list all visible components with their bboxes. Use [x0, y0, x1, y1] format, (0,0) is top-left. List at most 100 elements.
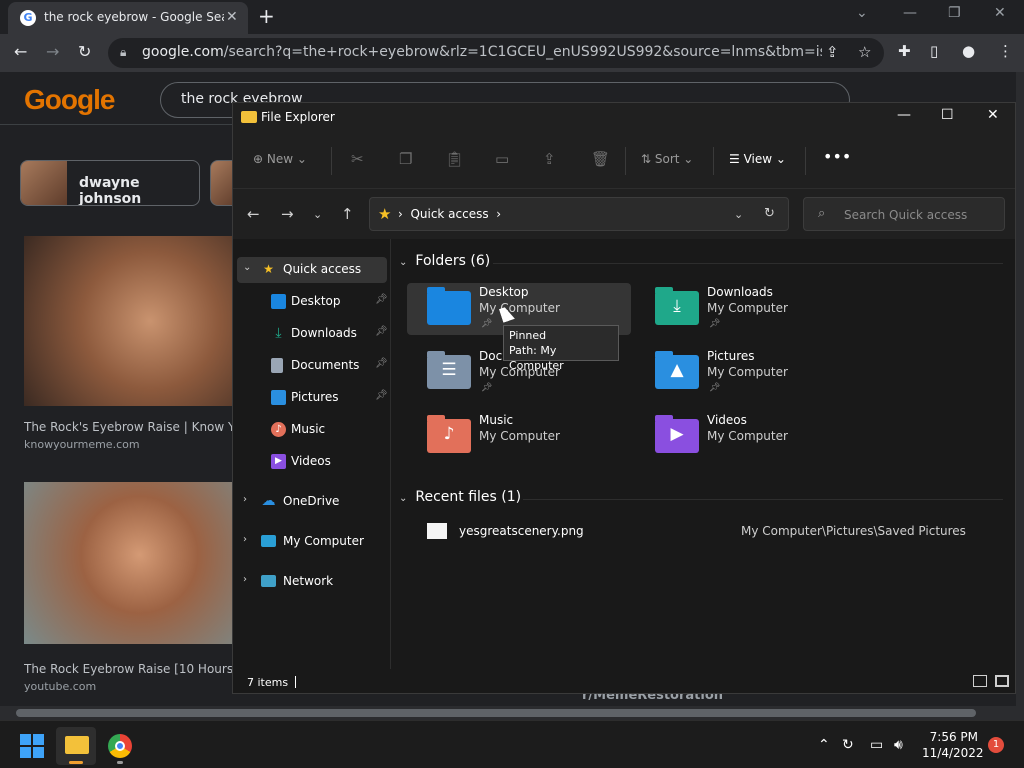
- folder-tile-pictures[interactable]: ▲ Pictures My Computer 📌︎: [635, 347, 859, 399]
- folder-tile-downloads[interactable]: ⤓ Downloads My Computer 📌︎: [635, 283, 859, 335]
- video-icon: ▶: [271, 454, 286, 469]
- tab-close-icon[interactable]: ✕: [226, 9, 238, 25]
- pin-icon[interactable]: 📌︎: [375, 358, 388, 369]
- up-icon[interactable]: ↑: [341, 205, 354, 223]
- divider: [331, 147, 332, 175]
- volume-icon[interactable]: 🔊︎: [894, 737, 903, 753]
- rename-icon[interactable]: ▭: [495, 150, 509, 168]
- back-icon[interactable]: ←: [14, 42, 27, 61]
- result-caption-1[interactable]: The Rock's Eyebrow Raise | Know Your Mem…: [24, 420, 234, 434]
- clock-time[interactable]: 7:56 PM: [928, 730, 978, 744]
- scrollbar-thumb[interactable]: [16, 709, 976, 717]
- sidebar-item-music[interactable]: ♪ Music: [233, 417, 391, 443]
- sidebar-item-my-computer[interactable]: › My Computer: [233, 529, 391, 555]
- cut-icon[interactable]: ✂: [351, 150, 364, 168]
- close-window-icon[interactable]: ✕: [994, 5, 1006, 21]
- result-image-1[interactable]: [24, 236, 234, 406]
- sidebar-item-desktop[interactable]: Desktop 📌︎: [233, 289, 391, 315]
- share-icon[interactable]: ⇪: [543, 150, 556, 168]
- explorer-title-bar[interactable]: File Explorer — ☐ ✕: [233, 103, 1015, 133]
- extensions-icon[interactable]: ✚: [898, 42, 911, 60]
- paste-icon[interactable]: 📋︎: [445, 150, 464, 168]
- sidebar-label: Downloads: [291, 326, 357, 340]
- refresh-icon[interactable]: ↻: [764, 206, 775, 221]
- recent-group-header[interactable]: ⌄ Recent files (1): [399, 489, 521, 505]
- more-options-icon[interactable]: •••: [823, 147, 851, 166]
- copy-icon[interactable]: ❐: [399, 150, 412, 168]
- divider: [295, 676, 296, 688]
- pin-icon[interactable]: 📌︎: [375, 294, 388, 305]
- network-icon[interactable]: ▭: [870, 737, 883, 753]
- new-tab-icon[interactable]: +: [258, 4, 275, 28]
- sidebar-label: Pictures: [291, 390, 339, 404]
- address-dropdown-icon[interactable]: ⌄: [734, 208, 743, 221]
- address-bar[interactable]: 🔒︎ google.com/search?q=the+rock+eyebrow&…: [108, 38, 884, 68]
- delete-icon[interactable]: 🗑︎: [591, 150, 610, 168]
- sync-icon[interactable]: ↻: [842, 737, 854, 753]
- chevron-right-icon[interactable]: ›: [243, 574, 247, 585]
- explorer-maximize-icon[interactable]: ☐: [941, 107, 954, 123]
- sidebar-item-onedrive[interactable]: › ☁ OneDrive: [233, 489, 391, 515]
- sidebar-item-network[interactable]: › Network: [233, 569, 391, 595]
- tiles-view-icon[interactable]: [995, 675, 1009, 687]
- related-chip[interactable]: dwayne johnson: [20, 160, 200, 206]
- folder-tile-music[interactable]: ♪ Music My Computer: [407, 411, 631, 463]
- forward-icon[interactable]: →: [46, 42, 59, 61]
- image-file-icon: [427, 523, 447, 539]
- share-icon[interactable]: ⇪: [826, 43, 839, 61]
- sidebar-item-videos[interactable]: ▶ Videos: [233, 449, 391, 475]
- folder-location: My Computer: [479, 301, 560, 315]
- recent-locations-icon[interactable]: ⌄: [313, 208, 322, 221]
- show-hidden-icons-icon[interactable]: ⌃: [818, 737, 830, 753]
- sidebar-item-documents[interactable]: Documents 📌︎: [233, 353, 391, 379]
- result-caption-2[interactable]: The Rock Eyebrow Raise [10 Hours] - YouT…: [24, 662, 234, 676]
- menu-icon[interactable]: ⋮: [998, 42, 1013, 60]
- forward-icon[interactable]: →: [281, 205, 294, 223]
- explorer-close-icon[interactable]: ✕: [987, 107, 999, 123]
- documents-folder-icon: ☰: [427, 351, 471, 389]
- details-view-icon[interactable]: [973, 675, 987, 687]
- divider: [493, 263, 1003, 264]
- folder-tile-videos[interactable]: ▶ Videos My Computer: [635, 411, 859, 463]
- bookmark-star-icon[interactable]: ☆: [858, 43, 871, 61]
- sidebar-item-quick-access[interactable]: ⌄ ★ Quick access: [237, 257, 387, 283]
- taskbar-chrome[interactable]: [100, 727, 140, 765]
- explorer-minimize-icon[interactable]: —: [897, 107, 911, 123]
- view-button[interactable]: ☰ View ⌄: [729, 152, 786, 166]
- google-logo[interactable]: Google: [24, 84, 115, 116]
- pin-icon[interactable]: 📌︎: [375, 326, 388, 337]
- pin-icon[interactable]: 📌︎: [375, 390, 388, 401]
- chevron-down-icon: ⌄: [399, 493, 408, 504]
- chevron-right-icon[interactable]: ›: [243, 494, 247, 505]
- address-box[interactable]: ★ › Quick access › ⌄ ↻: [369, 197, 789, 231]
- side-panel-icon[interactable]: ▯: [930, 42, 938, 60]
- reload-icon[interactable]: ↻: [78, 42, 91, 61]
- lock-icon: 🔒︎: [120, 45, 127, 59]
- recent-file-row[interactable]: yesgreatscenery.png My Computer\Pictures…: [427, 521, 1007, 545]
- taskbar-file-explorer[interactable]: [56, 727, 96, 765]
- start-icon[interactable]: [20, 734, 44, 758]
- search-box[interactable]: ⌕ Search Quick access: [803, 197, 1005, 231]
- browser-tab[interactable]: G the rock eyebrow - Google Search ✕: [8, 2, 248, 34]
- explorer-title: File Explorer: [261, 110, 335, 124]
- page-vertical-scrollbar[interactable]: [1016, 72, 1024, 706]
- minimize-icon[interactable]: —: [903, 5, 917, 21]
- tab-search-icon[interactable]: ⌄: [856, 5, 868, 21]
- screen: G the rock eyebrow - Google Search ✕ + ⌄…: [0, 0, 1024, 768]
- notification-badge[interactable]: 1: [988, 737, 1004, 753]
- breadcrumb[interactable]: › Quick access ›: [398, 207, 501, 221]
- chevron-right-icon[interactable]: ›: [243, 534, 247, 545]
- result-image-2[interactable]: [24, 482, 234, 644]
- sidebar-item-downloads[interactable]: ⤓ Downloads 📌︎: [233, 321, 391, 347]
- sidebar-item-pictures[interactable]: Pictures 📌︎: [233, 385, 391, 411]
- page-horizontal-scrollbar[interactable]: [0, 706, 1024, 720]
- folders-group-header[interactable]: ⌄ Folders (6): [399, 253, 490, 269]
- chevron-down-icon[interactable]: ⌄: [243, 262, 251, 273]
- restore-icon[interactable]: ❐: [948, 5, 961, 21]
- back-icon[interactable]: ←: [247, 205, 260, 223]
- clock-date[interactable]: 11/4/2022: [922, 746, 984, 760]
- new-button[interactable]: ⊕ New ⌄: [253, 152, 307, 166]
- profile-icon[interactable]: ●: [962, 42, 975, 60]
- sort-button[interactable]: ⇅ Sort ⌄: [641, 152, 693, 166]
- tooltip-line: Pinned: [509, 329, 547, 342]
